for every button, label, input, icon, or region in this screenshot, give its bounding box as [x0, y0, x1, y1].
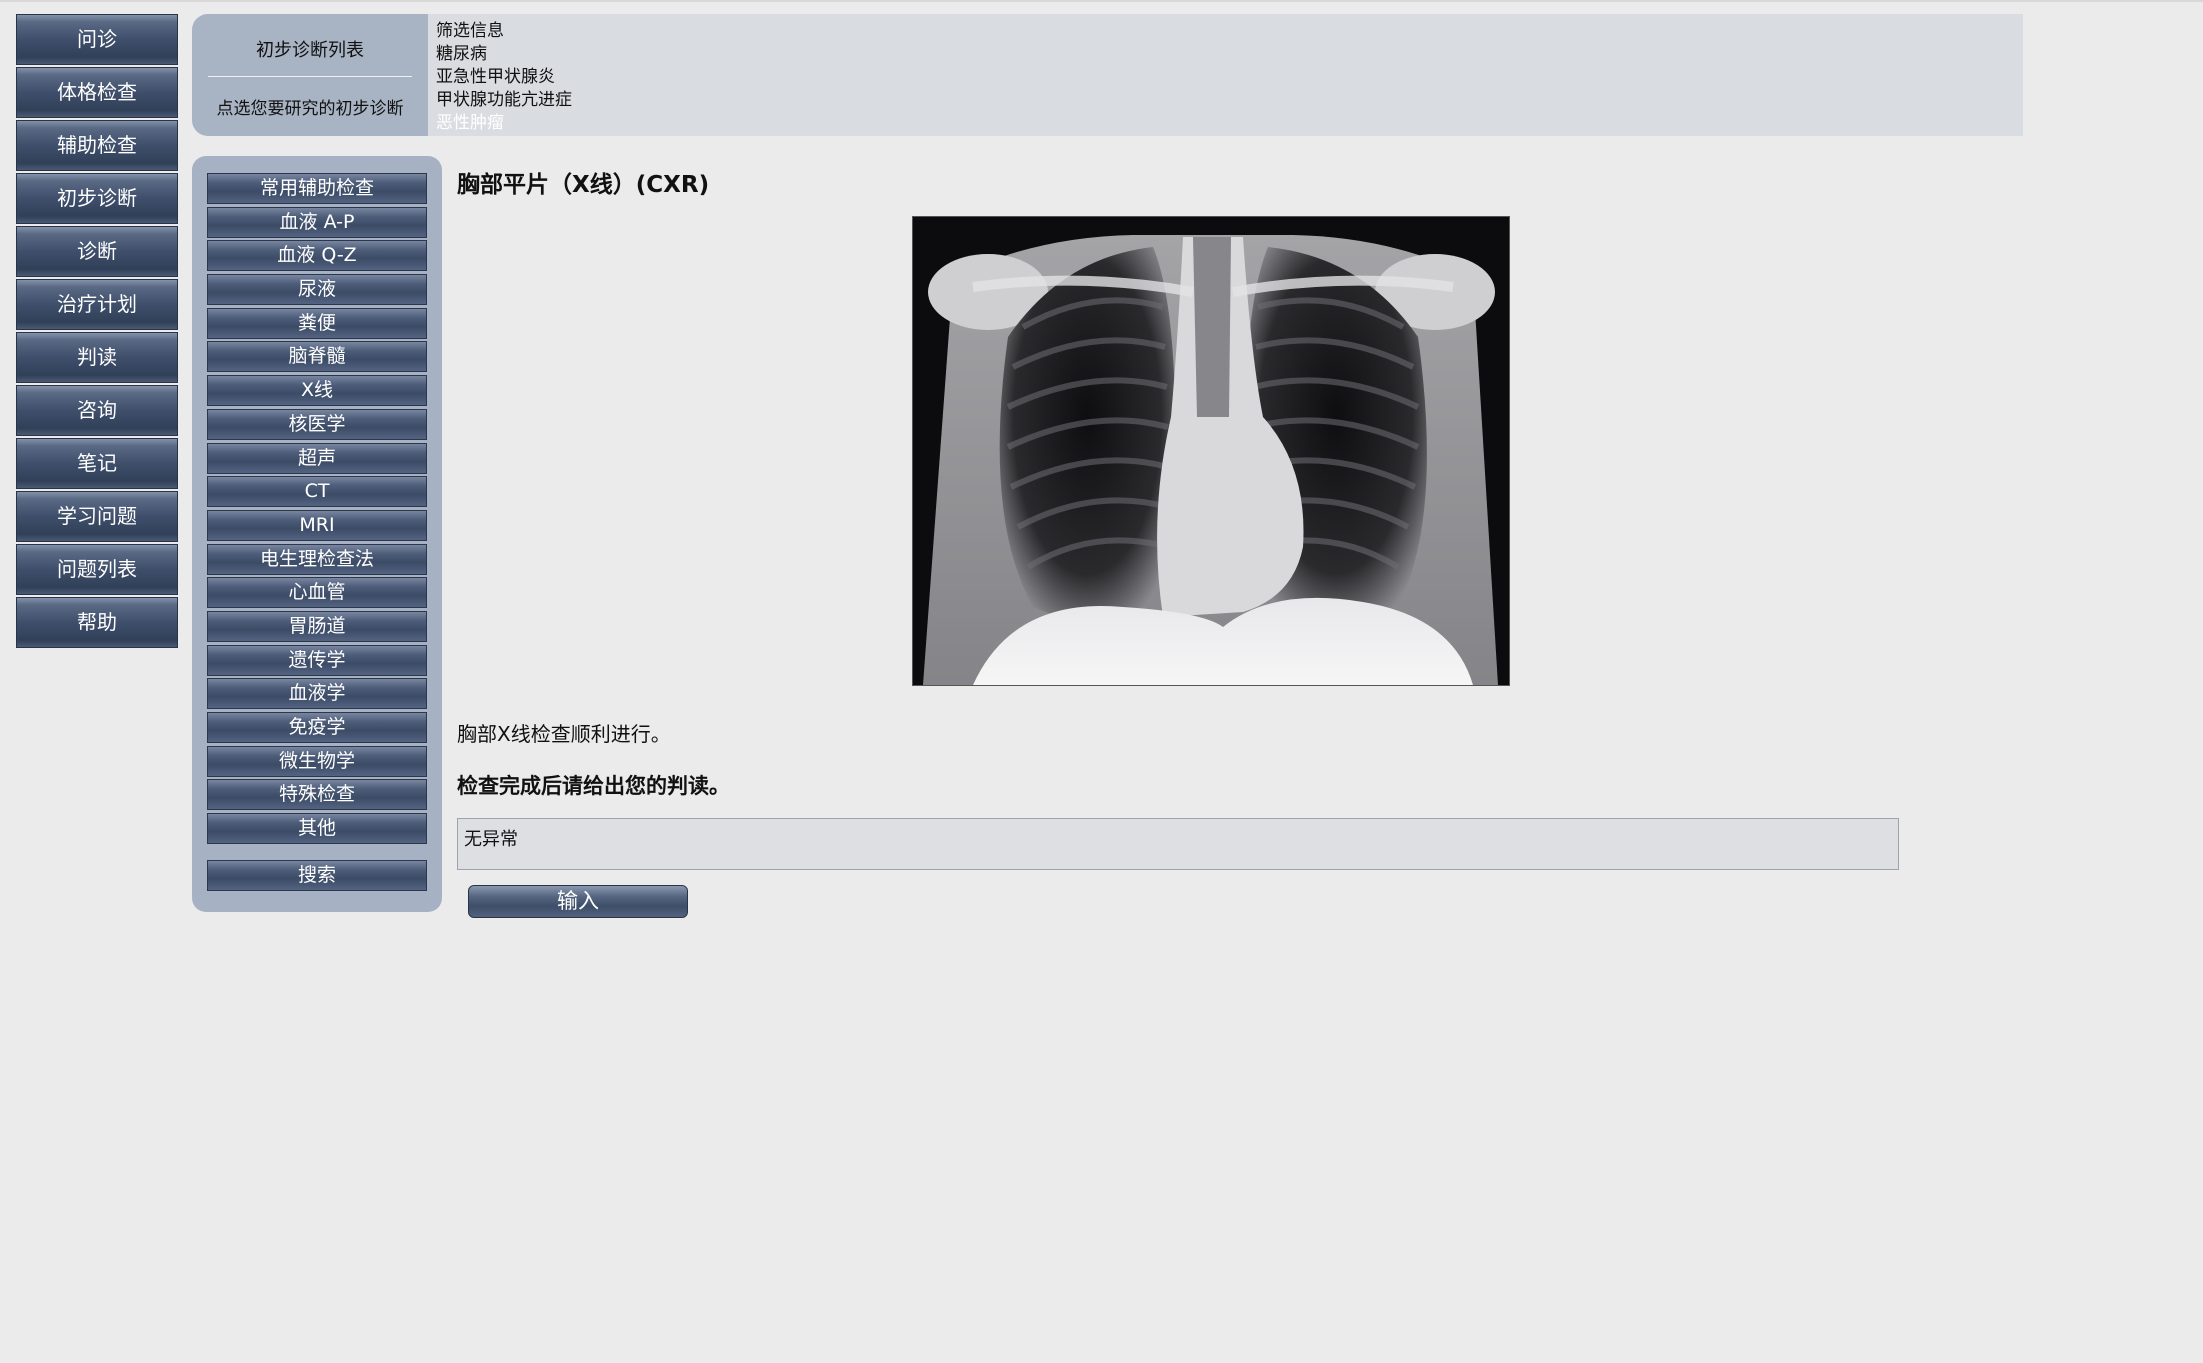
diagnosis-item[interactable]: 恶性肿瘤	[436, 112, 572, 135]
diagnosis-list-hint: 点选您要研究的初步诊断	[216, 99, 404, 119]
category-other[interactable]: 其他	[207, 813, 427, 845]
category-nuclear-medicine[interactable]: 核医学	[207, 408, 427, 440]
top-border	[0, 0, 2203, 2]
nav-item-inquiry[interactable]: 咨询	[16, 385, 178, 436]
diagnosis-item[interactable]: 糖尿病	[436, 43, 572, 66]
category-hematology[interactable]: 血液学	[207, 678, 427, 710]
search-button[interactable]: 搜索	[207, 860, 427, 891]
exam-title: 胸部平片（X线）(CXR)	[457, 172, 710, 198]
diagnosis-panel: 初步诊断列表 点选您要研究的初步诊断 筛选信息 糖尿病 亚急性甲状腺炎 甲状腺功…	[192, 14, 2023, 136]
category-csf[interactable]: 脑脊髓	[207, 341, 427, 373]
chest-xray-image	[912, 216, 1510, 686]
category-special-tests[interactable]: 特殊检查	[207, 779, 427, 811]
category-genetics[interactable]: 遗传学	[207, 644, 427, 676]
nav-item-diagnosis[interactable]: 诊断	[16, 226, 178, 277]
category-xray[interactable]: X线	[207, 375, 427, 407]
test-category-panel: 常用辅助检查 血液 A-P 血液 Q-Z 尿液 粪便 脑脊髓 X线 核医学 超声…	[192, 156, 442, 912]
category-urine[interactable]: 尿液	[207, 274, 427, 306]
nav-item-interpretation[interactable]: 判读	[16, 332, 178, 383]
divider	[208, 76, 412, 77]
nav-item-treatment-plan[interactable]: 治疗计划	[16, 279, 178, 330]
left-nav: 问诊 体格检查 辅助检查 初步诊断 诊断 治疗计划 判读 咨询 笔记 学习问题 …	[16, 14, 178, 650]
interpretation-input[interactable]: 无异常	[457, 818, 1899, 870]
nav-item-notes[interactable]: 笔记	[16, 438, 178, 489]
nav-item-preliminary-diagnosis[interactable]: 初步诊断	[16, 173, 178, 224]
interpretation-prompt: 检查完成后请给出您的判读。	[457, 774, 730, 798]
submit-button[interactable]: 输入	[468, 885, 688, 918]
diagnosis-list[interactable]: 筛选信息 糖尿病 亚急性甲状腺炎 甲状腺功能亢进症 恶性肿瘤	[436, 20, 572, 136]
nav-item-problem-list[interactable]: 问题列表	[16, 544, 178, 595]
category-blood-q-z[interactable]: 血液 Q-Z	[207, 240, 427, 272]
category-immunology[interactable]: 免疫学	[207, 712, 427, 743]
diagnosis-item[interactable]: 亚急性甲状腺炎	[436, 66, 572, 89]
category-electrophysiology[interactable]: 电生理检查法	[207, 543, 427, 575]
nav-item-physical-exam[interactable]: 体格检查	[16, 67, 178, 118]
diagnosis-item[interactable]: 筛选信息	[436, 20, 572, 43]
category-mri[interactable]: MRI	[207, 509, 427, 541]
nav-item-help[interactable]: 帮助	[16, 597, 178, 648]
diagnosis-item[interactable]: 甲状腺功能亢进症	[436, 89, 572, 112]
result-text: 胸部X线检查顺利进行。	[457, 722, 671, 746]
category-microbiology[interactable]: 微生物学	[207, 745, 427, 777]
category-cardiovascular[interactable]: 心血管	[207, 577, 427, 609]
test-category-list: 常用辅助检查 血液 A-P 血液 Q-Z 尿液 粪便 脑脊髓 X线 核医学 超声…	[207, 173, 427, 847]
category-gastrointestinal[interactable]: 胃肠道	[207, 610, 427, 642]
nav-item-learning-questions[interactable]: 学习问题	[16, 491, 178, 542]
category-stool[interactable]: 粪便	[207, 307, 427, 339]
diagnosis-list-title: 初步诊断列表	[256, 40, 364, 61]
diagnosis-label-box: 初步诊断列表 点选您要研究的初步诊断	[192, 14, 428, 136]
category-ultrasound[interactable]: 超声	[207, 442, 427, 474]
nav-item-auxiliary-exam[interactable]: 辅助检查	[16, 120, 178, 171]
category-common-tests[interactable]: 常用辅助检查	[207, 173, 427, 204]
category-blood-a-p[interactable]: 血液 A-P	[207, 206, 427, 238]
nav-item-consultation[interactable]: 问诊	[16, 14, 178, 65]
category-ct[interactable]: CT	[207, 476, 427, 508]
